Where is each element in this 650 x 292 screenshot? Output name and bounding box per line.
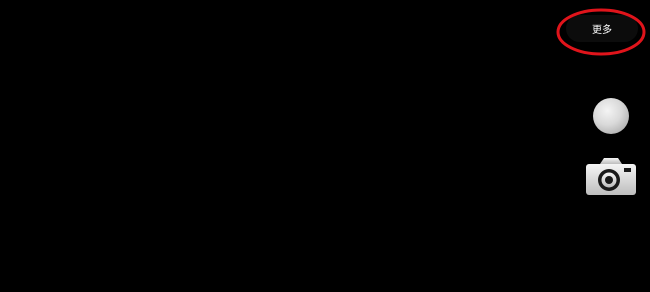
more-button[interactable]: 更多 <box>566 15 638 42</box>
camera-viewfinder <box>0 0 650 292</box>
camera-icon[interactable] <box>584 156 638 197</box>
shutter-button[interactable] <box>593 98 629 134</box>
more-button-label: 更多 <box>592 25 612 36</box>
